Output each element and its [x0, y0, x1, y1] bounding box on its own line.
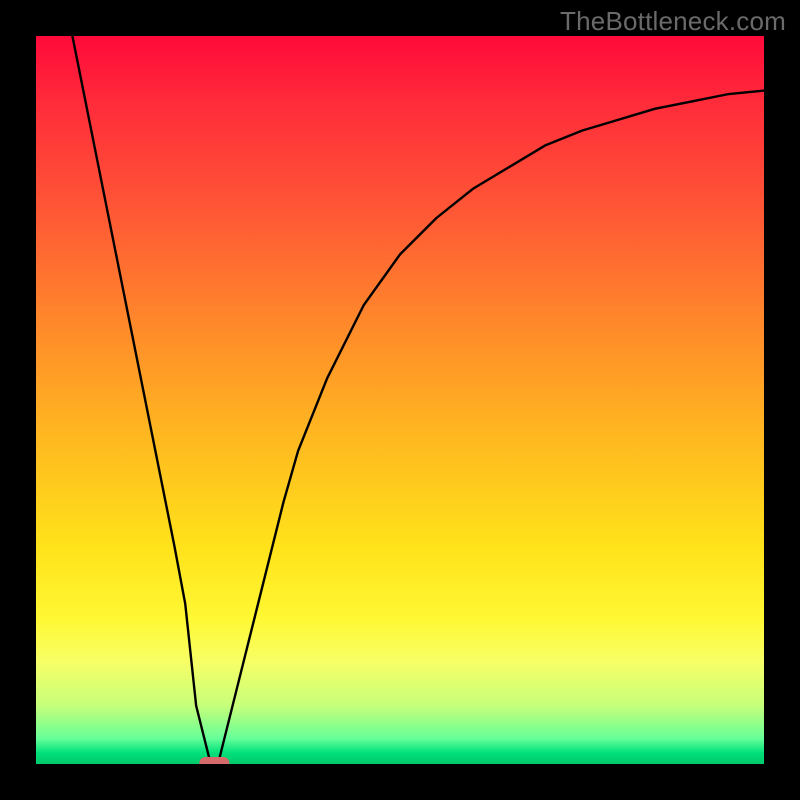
watermark-text: TheBottleneck.com — [560, 6, 786, 37]
bottleneck-chart — [0, 0, 800, 800]
chart-container: TheBottleneck.com — [0, 0, 800, 800]
